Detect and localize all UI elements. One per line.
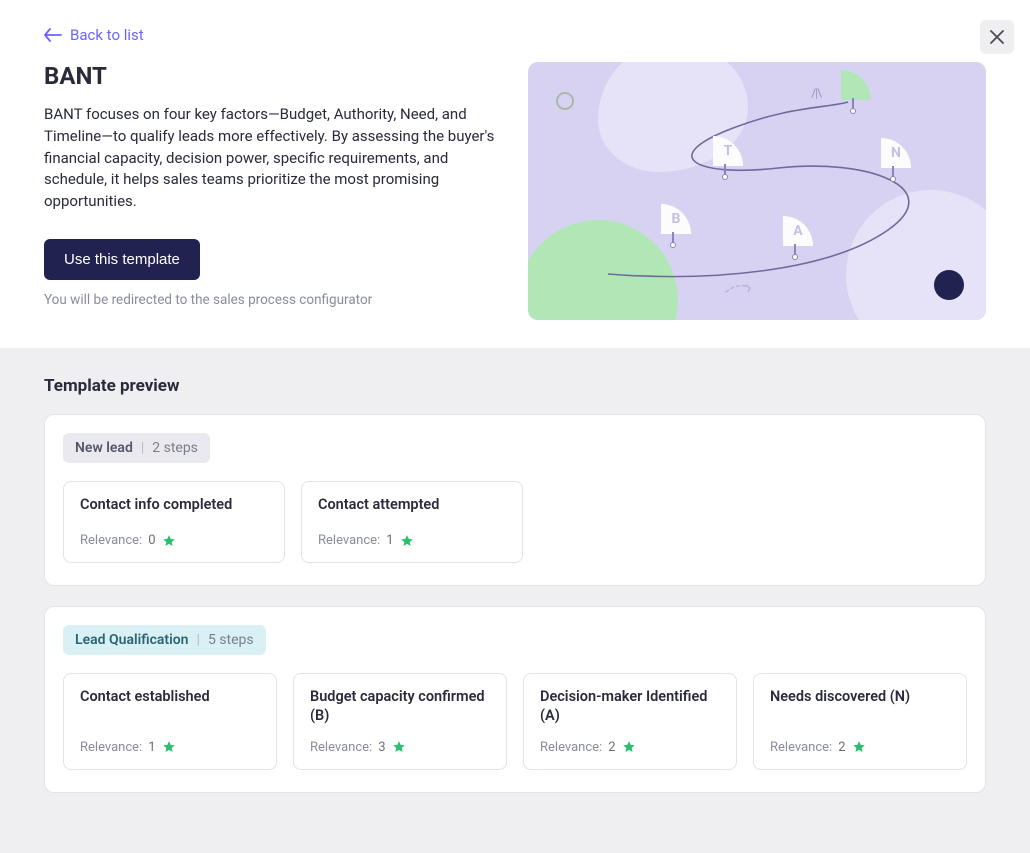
template-description: BANT focuses on four key factors—Budget,… (44, 104, 498, 213)
flag-b: B (652, 208, 692, 248)
flag-t: T (704, 140, 744, 180)
back-to-list-link[interactable]: Back to list (44, 26, 144, 44)
stage-block: Lead Qualification | 5 steps Contact establ… (44, 606, 986, 793)
relevance-value: 1 (386, 533, 393, 548)
use-template-button[interactable]: Use this template (44, 239, 200, 280)
stages-container: New lead | 2 steps Contact info completed Re… (44, 414, 986, 793)
stage-cards-row: Contact info completedRelevance:0Contact… (63, 481, 967, 563)
template-preview-section: Template preview New lead | 2 steps Contact… (0, 348, 1030, 853)
hero-text-column: BANT BANT focuses on four key factors—Bu… (44, 62, 498, 320)
relevance-label: Relevance: (310, 740, 372, 755)
step-card-title: Needs discovered (N) (770, 688, 950, 707)
stage-steps-count: 5 steps (208, 632, 254, 648)
step-card-title: Contact info completed (80, 496, 268, 515)
stage-steps-count: 2 steps (152, 440, 198, 456)
flag-a: A (774, 220, 814, 260)
step-card-title: Contact attempted (318, 496, 506, 515)
relevance-row: Relevance: 2 (770, 740, 950, 755)
stage-name: New lead (75, 440, 133, 456)
relevance-value: 0 (148, 533, 155, 548)
stage-header: New lead | 2 steps (63, 433, 210, 463)
relevance-value: 2 (608, 740, 615, 755)
template-detail-header: Back to list BANT BANT focuses on four k… (0, 0, 1030, 348)
relevance-label: Relevance: (318, 533, 380, 548)
relevance-row: Relevance: 2 (540, 740, 720, 755)
arrow-left-icon (44, 28, 62, 42)
star-icon (162, 534, 176, 548)
star-icon (400, 534, 414, 548)
relevance-row: Relevance: 3 (310, 740, 490, 755)
relevance-row: Relevance: 1 (80, 740, 260, 755)
step-card[interactable]: Needs discovered (N) Relevance: 2 (753, 673, 967, 770)
step-card[interactable]: Decision-maker Identified (A) Relevance: 2 (523, 673, 737, 770)
relevance-row: Relevance: 0 (80, 533, 268, 548)
close-icon (989, 29, 1005, 45)
relevance-row: Relevance: 1 (318, 533, 506, 548)
relevance-label: Relevance: (770, 740, 832, 755)
divider: | (141, 440, 144, 456)
relevance-label: Relevance: (80, 740, 142, 755)
cta-hint-text: You will be redirected to the sales proc… (44, 292, 498, 308)
relevance-label: Relevance: (80, 533, 142, 548)
star-icon (392, 740, 406, 754)
step-card[interactable]: Contact established Relevance: 1 (63, 673, 277, 770)
relevance-value: 3 (378, 740, 385, 755)
hero-row: BANT BANT focuses on four key factors—Bu… (44, 62, 986, 320)
stage-cards-row: Contact established Relevance: 1 Budget cap… (63, 673, 967, 770)
stage-header: Lead Qualification | 5 steps (63, 625, 266, 655)
relevance-value: 1 (148, 740, 155, 755)
step-card-title: Contact established (80, 688, 260, 707)
stage-block: New lead | 2 steps Contact info completed Re… (44, 414, 986, 586)
step-card[interactable]: Budget capacity confirmed (B) Relevance: 3 (293, 673, 507, 770)
journey-path (528, 62, 986, 320)
star-icon (852, 740, 866, 754)
step-card[interactable]: Contact info completed Relevance: 0 (63, 481, 285, 563)
star-icon (162, 740, 176, 754)
step-card-title: Decision-maker Identified (A) (540, 688, 720, 726)
step-card[interactable]: Contact attempted Relevance: 1 (301, 481, 523, 563)
relevance-label: Relevance: (540, 740, 602, 755)
back-to-list-label: Back to list (70, 26, 144, 44)
flag-goal (832, 74, 872, 114)
template-illustration: / | \ B A N T (528, 62, 986, 320)
divider: | (197, 632, 200, 648)
page-title: BANT (44, 62, 498, 90)
relevance-value: 2 (838, 740, 845, 755)
close-button[interactable] (980, 20, 1014, 54)
step-card-title: Budget capacity confirmed (B) (310, 688, 490, 726)
star-icon (622, 740, 636, 754)
flag-n: N (872, 142, 912, 182)
preview-section-title: Template preview (44, 376, 986, 396)
stage-name: Lead Qualification (75, 632, 189, 648)
